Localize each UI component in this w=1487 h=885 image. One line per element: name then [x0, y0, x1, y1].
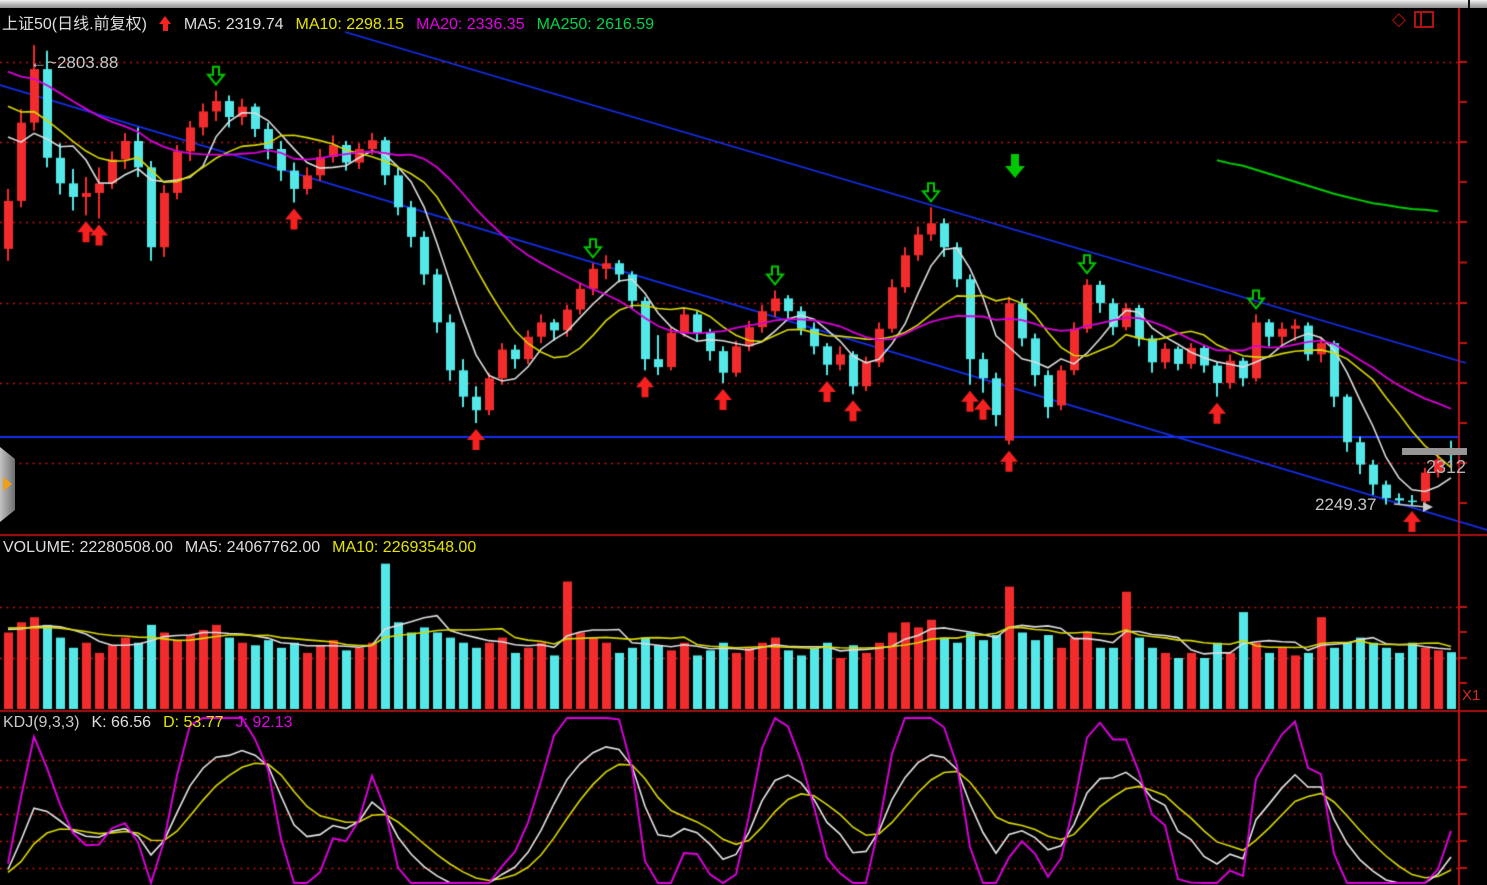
corner-toolbar: ◇: [1392, 8, 1434, 30]
chart-canvas[interactable]: [0, 0, 1487, 885]
kdj-k-value: K: 66.56: [91, 714, 151, 731]
diamond-icon[interactable]: ◇: [1392, 10, 1406, 28]
high-price-annotation: ←~2803.88: [30, 53, 118, 73]
ma250-value: MA250: 2616.59: [537, 16, 654, 33]
main-pane-header: 上证50(日线.前复权) MA5: 2319.74 MA10: 2298.15 MA2…: [2, 10, 666, 34]
zoom-level-indicator: X1: [1462, 687, 1480, 704]
ma5-value: MA5: 2319.74: [184, 16, 284, 33]
ma10-value: MA10: 2298.15: [296, 16, 405, 33]
ma20-value: MA20: 2336.35: [416, 16, 525, 33]
volume-pane-header: VOLUME: 22280508.00 MA5: 24067762.00 MA10:…: [3, 539, 488, 557]
up-arrow-icon: [159, 16, 172, 31]
top-window-strip: [0, 0, 1487, 8]
low-price-annotation: 2249.37: [1315, 495, 1376, 515]
volume-ma5-value: MA5: 24067762.00: [185, 539, 320, 556]
annotation-arrow-glyph: ←~: [30, 53, 57, 72]
sidebar-expand-handle[interactable]: [0, 447, 15, 522]
current-price-tag-bar: [1402, 448, 1467, 455]
kdj-pane-header: KDJ(9,3,3) K: 66.56 D: 53.77 J: 92.13: [3, 714, 305, 732]
volume-ma10-value: MA10: 22693548.00: [332, 539, 476, 556]
kdj-name: KDJ(9,3,3): [3, 714, 79, 731]
high-price-value: 2803.88: [57, 53, 118, 72]
volume-value: VOLUME: 22280508.00: [3, 539, 173, 556]
kdj-d-value: D: 53.77: [163, 714, 223, 731]
chart-window: 上证50(日线.前复权) MA5: 2319.74 MA10: 2298.15 MA2…: [0, 0, 1487, 885]
symbol-title: 上证50(日线.前复权): [2, 16, 147, 33]
expand-triangle-icon: [3, 477, 12, 491]
current-price-tag: 2312: [1426, 457, 1466, 478]
low-price-value: 2249.37: [1315, 495, 1376, 514]
kdj-j-value: J: 92.13: [236, 714, 293, 731]
split-panes-icon[interactable]: [1414, 11, 1434, 28]
strip-notch: [1468, 0, 1470, 8]
